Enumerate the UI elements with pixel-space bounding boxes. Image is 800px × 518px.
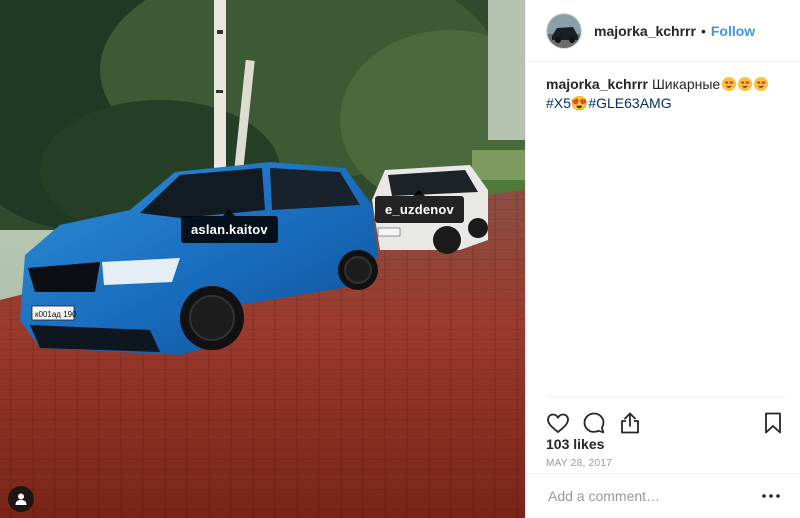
photo-tag-label: e_uzdenov [385, 202, 454, 217]
header-username[interactable]: majorka_kchrrr [594, 23, 696, 39]
post-header: majorka_kchrrr • Follow [526, 0, 800, 62]
avatar-image [547, 13, 581, 48]
header-separator: • [700, 22, 706, 39]
share-icon[interactable] [618, 411, 642, 435]
post-caption: majorka_kchrrr Шикарные #X5⁠😍#GLE63AMG [526, 62, 800, 126]
follow-button[interactable]: Follow [711, 23, 755, 39]
caption-username[interactable]: majorka_kchrrr [546, 76, 648, 92]
photo-tag-aslan-kaitov[interactable]: aslan.kaitov [181, 210, 278, 243]
bookmark-icon[interactable] [761, 411, 785, 435]
tagged-people-button[interactable] [8, 486, 34, 512]
comment-icon[interactable] [582, 411, 606, 435]
avatar[interactable] [546, 12, 582, 49]
post-side-panel: majorka_kchrrr • Follow majorka_kchrrr Ши… [525, 0, 800, 518]
more-options-icon[interactable] [761, 486, 781, 506]
heart-icon[interactable] [546, 411, 570, 435]
heart-eyes-emoji-icon [754, 77, 769, 91]
comment-input[interactable] [546, 487, 761, 505]
caption-hashtags[interactable]: #X5⁠😍#GLE63AMG [546, 95, 672, 111]
photo-tag-e-uzdenov[interactable]: e_uzdenov [375, 190, 464, 223]
heart-eyes-emoji-icon [722, 77, 737, 91]
comment-box [526, 473, 800, 518]
likes-count[interactable]: 103 likes [546, 436, 604, 452]
post-photo[interactable]: к001ад 190 aslan.kaitov e_uzdenov [0, 0, 525, 518]
caption-text: Шикарные [651, 76, 721, 92]
heart-eyes-emoji-icon [738, 77, 753, 91]
photo-tag-label: aslan.kaitov [191, 222, 268, 237]
car-photo-image: к001ад 190 [0, 0, 525, 518]
person-icon [15, 493, 27, 505]
post-date[interactable]: MAY 28, 2017 [546, 458, 612, 469]
license-plate: к001ад 190 [35, 310, 77, 319]
